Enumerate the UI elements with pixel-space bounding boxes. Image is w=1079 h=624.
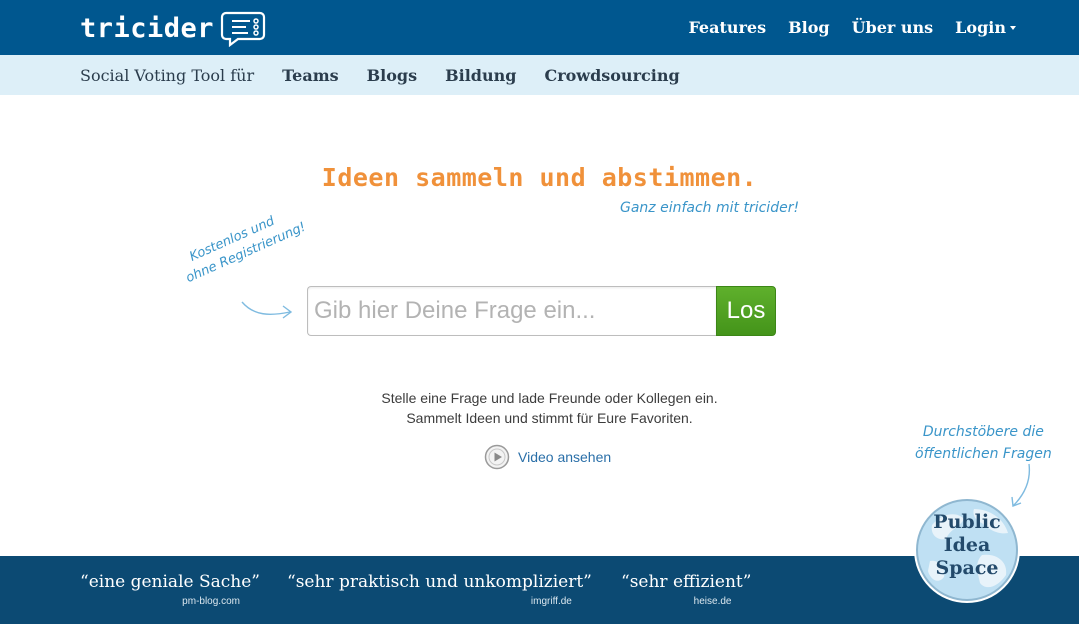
logo[interactable]: tricider [80,8,268,48]
subnav-bildung-link[interactable]: Bildung [445,66,516,85]
top-header: tricider Features Blog Über uns Login [0,0,1079,55]
globe-label: Public Idea Space [912,511,1022,580]
logo-text: tricider [80,12,215,44]
side-note: Kostenlos und ohne Registrierung! [176,202,309,288]
browse-note: Durchstöbere die öffentlichen Fragen [915,421,1052,465]
hero-headline: Ideen sammeln und abstimmen. [321,163,758,192]
testimonial-source: heise.de [693,596,732,607]
testimonial-source: pm-blog.com [182,596,240,607]
description-line1: Stelle eine Frage und lade Freunde oder … [381,390,718,406]
testimonial: “sehr effizient” heise.de [621,572,751,607]
logo-bubble-icon [220,11,266,47]
subnav-lead: Social Voting Tool für [80,65,255,85]
browse-note-line1: Durchstöbere die [922,424,1044,440]
globe-label-line2: Idea [943,534,991,556]
globe-label-line3: Space [935,557,999,579]
testimonial-quote: “sehr praktisch und unkompliziert” [287,572,592,592]
submit-button[interactable]: Los [716,286,776,336]
testimonial: “sehr praktisch und unkompliziert” imgri… [287,572,592,607]
subnav-blogs-link[interactable]: Blogs [367,66,417,85]
hero-subline: Ganz einfach mit tricider! [620,200,800,216]
nav-login-dropdown[interactable]: Login [955,18,1016,37]
sub-nav: Social Voting Tool für Teams Blogs Bildu… [0,55,1079,95]
top-nav: Features Blog Über uns Login [666,0,1016,55]
testimonial: “eine geniale Sache” pm-blog.com [80,572,260,607]
subnav-crowdsourcing-link[interactable]: Crowdsourcing [544,66,679,85]
question-input[interactable] [307,286,716,336]
nav-blog-link[interactable]: Blog [788,18,829,37]
arrow-right-icon [241,301,293,319]
testimonial-quote: “sehr effizient” [621,572,752,592]
play-icon [484,444,510,470]
subnav-teams-link[interactable]: Teams [282,66,339,85]
globe-label-line1: Public [933,511,1001,533]
caret-down-icon [1010,25,1016,30]
question-form: Los [307,286,776,336]
testimonial-quote: “eine geniale Sache” [80,572,260,592]
public-idea-space-link[interactable]: Public Idea Space [912,495,1022,605]
testimonial-source: imgriff.de [530,596,572,607]
nav-features-link[interactable]: Features [688,18,766,37]
video-label: Video ansehen [518,449,612,465]
nav-about-link[interactable]: Über uns [852,18,934,37]
video-link[interactable]: Video ansehen [484,444,611,470]
login-label: Login [955,18,1006,37]
